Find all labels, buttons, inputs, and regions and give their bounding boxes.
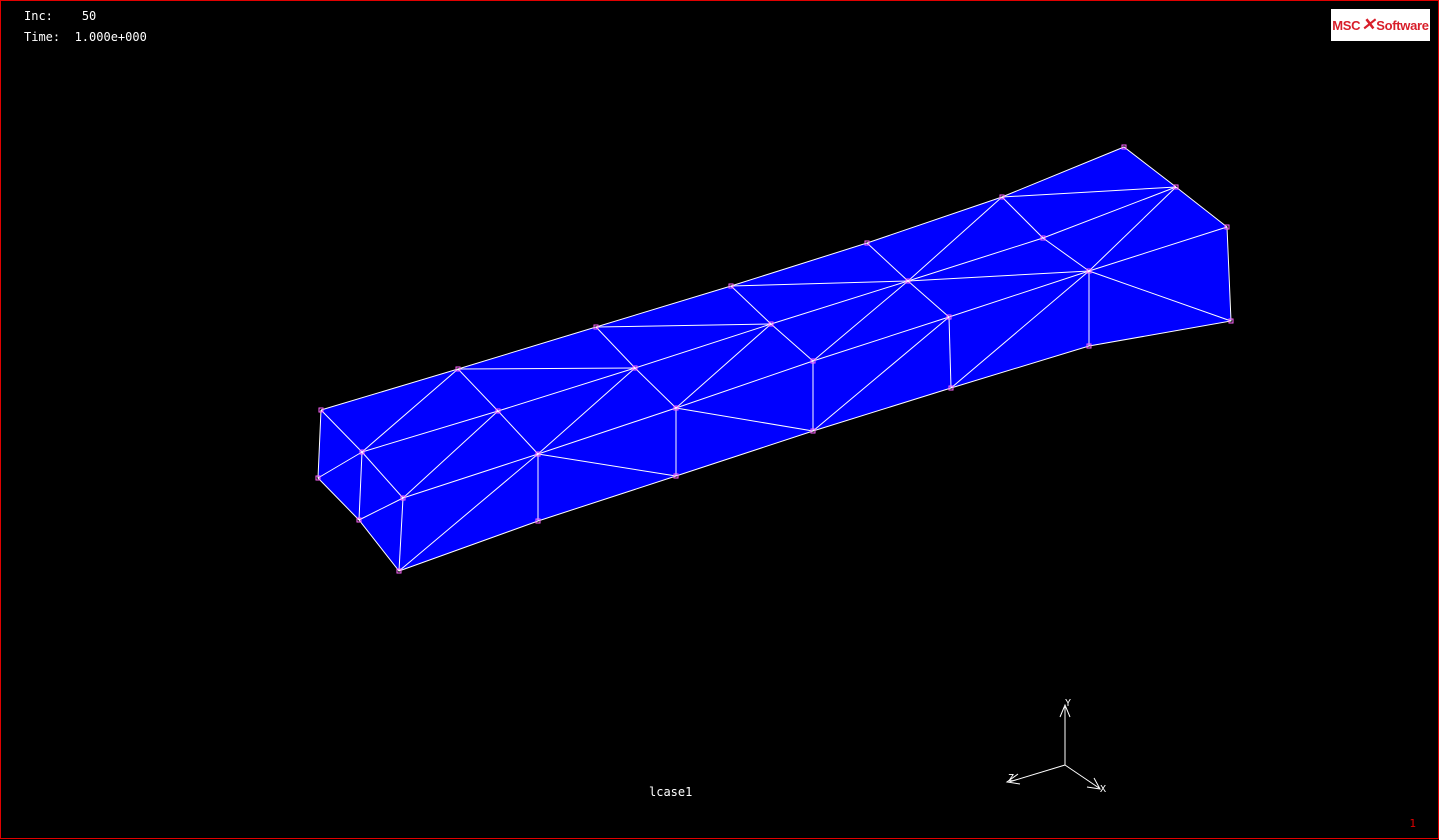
mesh-model[interactable] xyxy=(315,144,1234,574)
mesh-canvas[interactable]: Y Z X xyxy=(1,1,1439,840)
y-axis-label: Y xyxy=(1065,698,1071,709)
page-number: 1 xyxy=(1409,817,1416,830)
graphics-viewport[interactable]: Inc: 50 Time: 1.000e+000 MSC✕Software xyxy=(0,0,1439,839)
x-axis-label: X xyxy=(1100,784,1106,795)
z-axis-line xyxy=(1008,764,1066,783)
z-axis-label: Z xyxy=(1008,773,1014,784)
x-axis-line xyxy=(1064,764,1100,789)
loadcase-label: lcase1 xyxy=(649,785,693,799)
axis-triad: Y Z X xyxy=(1005,698,1106,795)
